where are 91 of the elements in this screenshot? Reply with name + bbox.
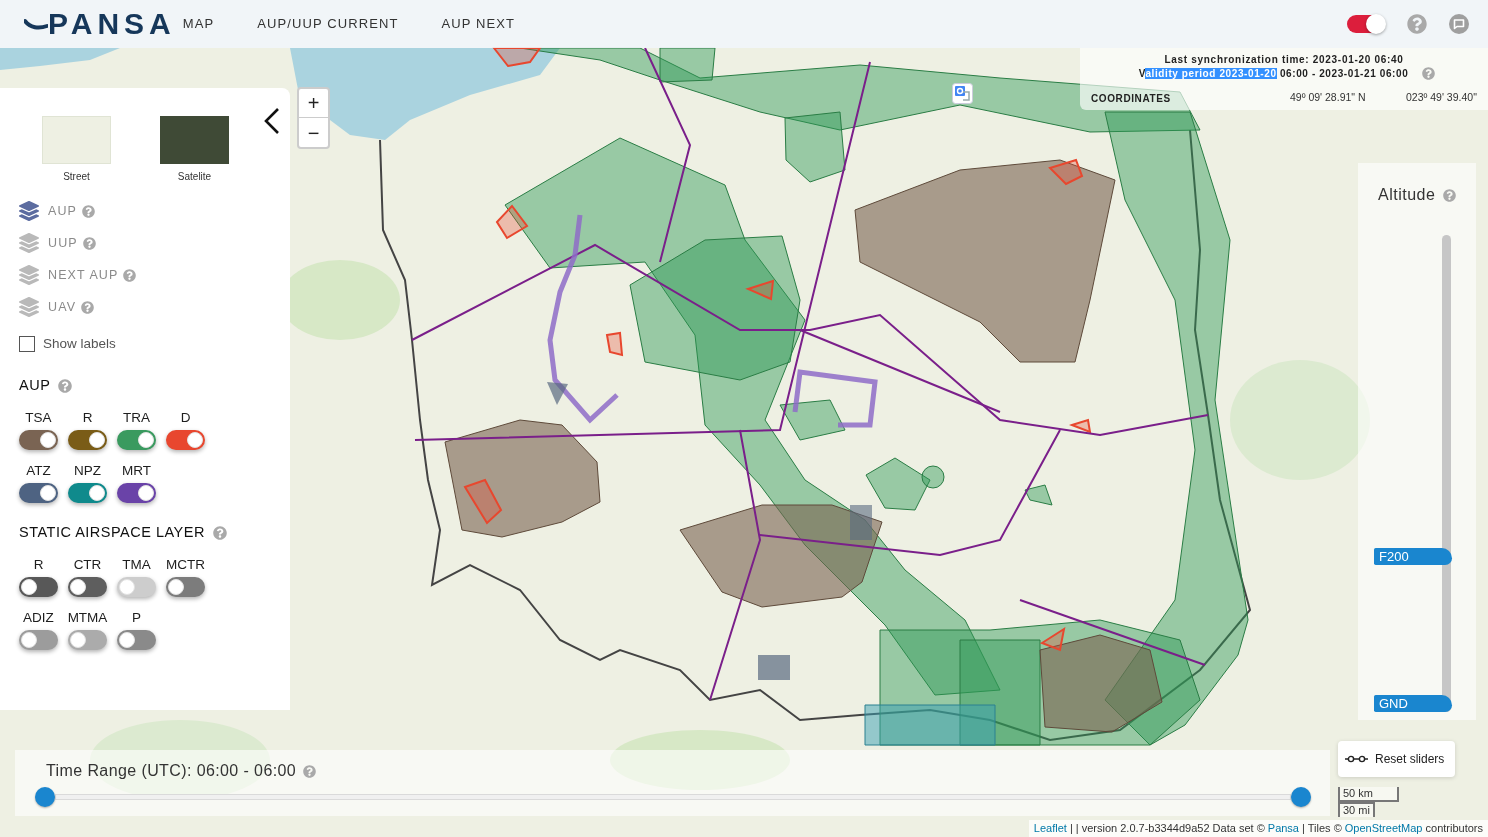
altitude-handle[interactable]: GND [1374,695,1452,712]
logo-swoosh-icon [24,18,48,30]
language-toggle[interactable] [1347,15,1385,33]
altitude-title: Altitude [1378,185,1436,205]
danger-area-zone [495,204,529,240]
layer-toggle[interactable] [19,430,58,450]
toggle-label: D [180,410,191,426]
toggle-label: TMA [122,557,151,573]
nav-link[interactable]: MAP [182,14,215,34]
toggle-label: MRT [122,463,151,479]
zoom-in-button[interactable]: + [299,89,328,118]
layer-toggle[interactable] [68,630,107,650]
section-title: STATIC AIRSPACE LAYER [19,523,205,543]
layer-item[interactable]: UUP [19,233,78,253]
attribution-link[interactable]: Pansa [1267,822,1299,834]
nav-link[interactable]: AUP/UUP CURRENT [257,14,399,34]
translate-icon[interactable] [952,83,973,104]
layer-toggle[interactable] [166,577,205,597]
danger-area-zone [1039,626,1066,652]
nav-link[interactable]: AUP NEXT [441,14,516,34]
layer-toggle[interactable] [117,483,156,503]
layers-icon [19,265,39,285]
toggle-label: MCTR [166,557,205,573]
toggle-label: TSA [25,410,52,426]
reset-sliders-button[interactable]: Reset sliders [1338,741,1455,777]
base-layer-label: Satelite [177,171,212,183]
layers-icon [19,201,39,221]
layer-toggle[interactable] [117,430,156,450]
latitude-value: 49º 09' 28.91" N [1290,90,1367,106]
help-icon[interactable] [1443,188,1457,202]
toggle-label: R [33,557,44,573]
time-range-slider[interactable] [35,787,1311,807]
help-icon[interactable] [82,236,96,250]
street-map-thumbnail[interactable] [42,116,111,164]
scale-bar: 30 mi [1338,802,1375,817]
sync-time: Last synchronization time: 2023-01-20 06:40 [1164,53,1404,66]
toggle-label: NPZ [74,463,101,479]
help-icon[interactable] [123,268,137,282]
toggle-label: ADIZ [23,610,54,626]
logo-text: PANSA [48,7,176,41]
slider-icon [1345,755,1368,763]
layer-toggle[interactable] [19,577,58,597]
danger-area-zone [1068,418,1092,434]
time-range-title: Time Range (UTC): 06:00 - 06:00 [46,761,297,781]
altitude-slider[interactable]: F200 GND [1374,235,1452,712]
layer-toggle[interactable] [117,577,156,597]
layer-toggle[interactable] [68,577,107,597]
validity-period: Validity period 2023-01-20 06:00 - 2023-01-21 06:00 [1138,67,1409,80]
toggle-label: CTR [73,557,102,573]
airspace-zone [659,47,716,83]
scale-bar: 50 km [1338,787,1399,802]
attribution-link[interactable]: OpenStreetMap [1344,822,1423,834]
zoom-out-button[interactable]: − [299,118,328,147]
checkbox[interactable] [19,336,35,352]
checkbox-label: Show labels [43,334,116,353]
base-layer-label: Street [63,171,90,183]
layer-toggle[interactable] [166,430,205,450]
help-icon[interactable] [58,379,73,393]
layer-toggle[interactable] [117,630,156,650]
attribution-text: Leaflet | | version 2.0.7-b3344d9a52 Data set © Pansa | Tiles © OpenStreetMap contributors [1028,820,1488,837]
section-title: AUP [19,376,51,396]
help-icon[interactable] [303,764,317,778]
layer-toggle[interactable] [68,430,107,450]
satellite-thumbnail[interactable] [160,116,229,164]
layer-toggle[interactable] [68,483,107,503]
toggle-label: TRA [123,410,150,426]
danger-area-zone [1048,158,1084,186]
help-icon[interactable] [1422,67,1436,80]
chat-icon[interactable] [1449,14,1469,34]
layer-toggle[interactable] [19,483,58,503]
layer-item[interactable]: NEXT AUP [19,265,119,285]
layer-item[interactable]: UAV [19,297,77,317]
coordinates-label: COORDINATES [1091,91,1172,106]
help-icon[interactable] [212,526,227,540]
danger-area-zone [745,279,775,301]
toggle-label: R [82,410,93,426]
toggle-label: MTMA [67,610,108,626]
layer-toggle[interactable] [19,630,58,650]
attribution-link[interactable]: Leaflet [1033,822,1067,834]
help-icon[interactable] [1407,14,1427,34]
danger-area-zone [605,331,624,357]
toggle-label: P [132,610,141,626]
help-icon[interactable] [82,204,95,218]
layers-icon [19,297,39,317]
longitude-value: 023º 49' 39.40" [1406,90,1477,106]
layers-icon [19,233,39,253]
toggle-label: ATZ [26,463,51,479]
layer-item[interactable]: AUP [19,201,77,221]
airspace-zone [1024,484,1053,506]
collapse-icon[interactable] [263,107,280,135]
help-icon[interactable] [81,300,95,314]
